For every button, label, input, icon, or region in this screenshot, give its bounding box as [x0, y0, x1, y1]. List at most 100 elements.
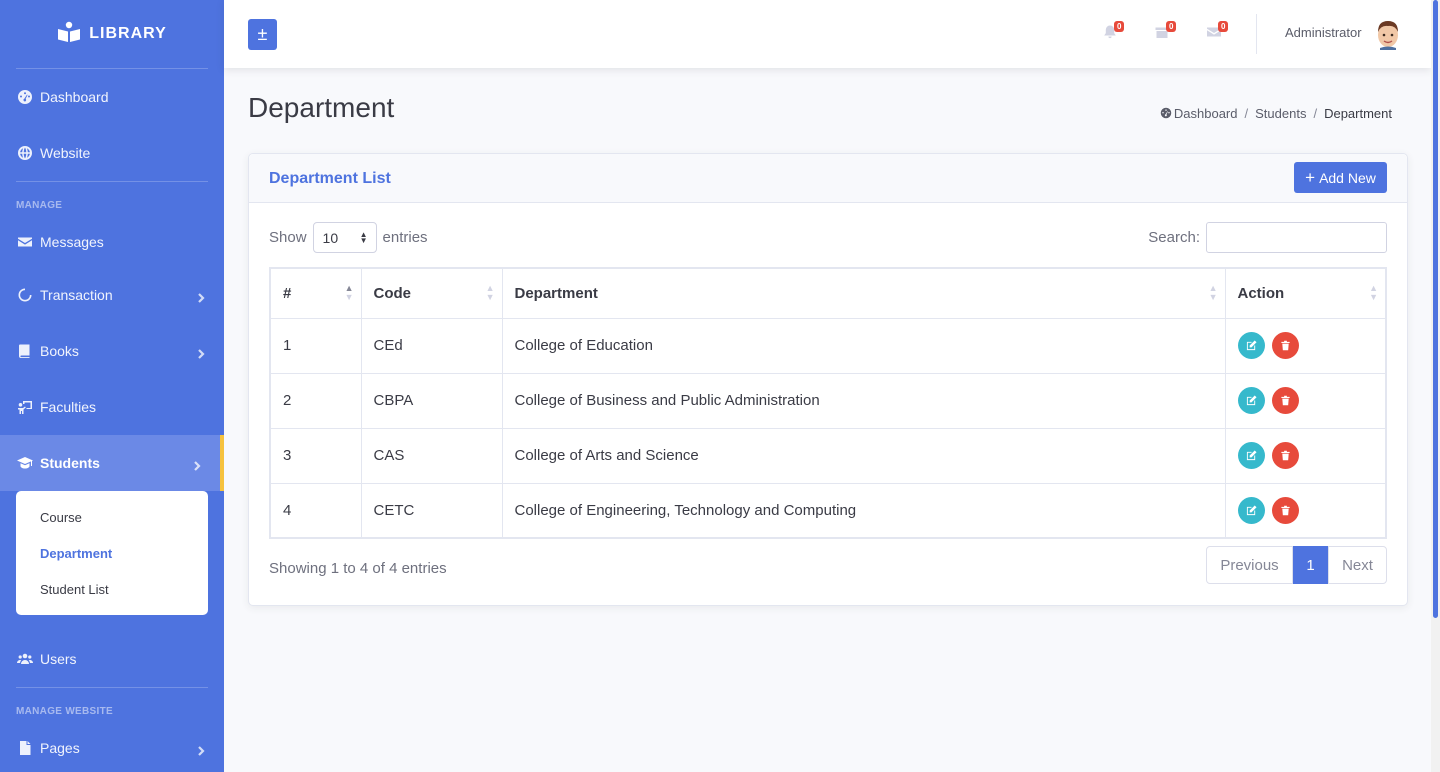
- sidebar-item-website[interactable]: Website: [0, 125, 224, 181]
- sidebar-item-label: Pages: [40, 740, 80, 756]
- archive-badge: 0: [1166, 21, 1177, 32]
- trash-icon: [1281, 450, 1290, 461]
- column-header-action[interactable]: Action ▲ ▼: [1224, 267, 1387, 319]
- sidebar-item-messages[interactable]: Messages: [0, 217, 224, 267]
- add-new-label: Add New: [1319, 169, 1376, 186]
- edit-button[interactable]: [1237, 496, 1265, 524]
- breadcrumb-students[interactable]: Students: [1255, 106, 1306, 121]
- breadcrumb-separator: /: [1313, 106, 1318, 121]
- cell-actions: [1224, 372, 1387, 429]
- pagination: Previous 1 Next: [1206, 546, 1387, 584]
- circle-notch-icon: [16, 286, 34, 304]
- edit-button[interactable]: [1237, 332, 1265, 359]
- user-name[interactable]: Administrator: [1285, 25, 1362, 40]
- trash-icon: [1281, 505, 1290, 516]
- previous-page-button[interactable]: Previous: [1206, 546, 1293, 584]
- breadcrumb-dashboard[interactable]: Dashboard: [1160, 106, 1238, 121]
- card-title: Department List: [269, 170, 391, 187]
- cell-department: College of Business and Public Administr…: [501, 372, 1226, 429]
- add-new-button[interactable]: + Add New: [1294, 162, 1387, 193]
- delete-button[interactable]: [1271, 496, 1299, 524]
- sidebar-item-transaction[interactable]: Transaction: [0, 267, 224, 323]
- cell-department: College of Education: [501, 317, 1226, 374]
- column-header-label: #: [283, 284, 292, 302]
- plus-icon: +: [1305, 167, 1316, 187]
- sidebar-item-label: Books: [40, 343, 79, 359]
- breadcrumb-label: Dashboard: [1173, 106, 1238, 121]
- delete-button[interactable]: [1271, 387, 1299, 414]
- dashboard-icon: [16, 88, 34, 106]
- table-row: 2 CBPA College of Business and Public Ad…: [269, 372, 1387, 429]
- delete-button[interactable]: [1271, 442, 1299, 469]
- cell-code: CAS: [360, 427, 503, 484]
- dashboard-icon: [1160, 106, 1174, 121]
- notifications-button[interactable]: 0: [1102, 21, 1125, 44]
- entries-select[interactable]: 10 ▲ ▼: [312, 222, 377, 253]
- students-submenu: Course Department Student List: [16, 491, 208, 615]
- sidebar-toggle-button[interactable]: ±: [248, 19, 277, 50]
- avatar[interactable]: [1373, 18, 1403, 50]
- sidebar-item-dashboard[interactable]: Dashboard: [0, 69, 224, 125]
- breadcrumb: Dashboard / Students / Department: [1160, 106, 1392, 121]
- cell-code: CEd: [360, 317, 503, 374]
- page-1-button[interactable]: 1: [1293, 546, 1328, 584]
- sidebar: LIBRARY Dashboard Website MANAGE Message…: [0, 0, 224, 772]
- submenu-item-department[interactable]: Department: [16, 535, 208, 571]
- column-header-code[interactable]: Code ▲ ▼: [360, 267, 503, 319]
- search-input[interactable]: [1206, 222, 1387, 253]
- delete-button[interactable]: [1271, 332, 1299, 359]
- breadcrumb-department: Department: [1324, 106, 1392, 121]
- sidebar-item-users[interactable]: Users: [0, 631, 224, 687]
- sidebar-item-students[interactable]: Students: [0, 435, 224, 491]
- sidebar-item-label: Transaction: [40, 287, 113, 303]
- sidebar-item-faculties[interactable]: Faculties: [0, 379, 224, 435]
- entries-length-control: Show 10 ▲ ▼ entries: [269, 222, 428, 253]
- edit-button[interactable]: [1237, 442, 1265, 469]
- chevron-right-icon: [196, 743, 206, 756]
- scrollbar-thumb[interactable]: [1433, 0, 1438, 618]
- notifications-badge: 0: [1114, 21, 1125, 32]
- sidebar-heading-manage-website: MANAGE WEBSITE: [16, 706, 113, 717]
- sidebar-item-label: Dashboard: [40, 89, 109, 105]
- file-icon: [16, 739, 34, 757]
- select-arrows-icon: ▲ ▼: [359, 230, 368, 245]
- page-title: Department: [248, 92, 395, 123]
- sidebar-item-pages[interactable]: Pages: [0, 723, 224, 772]
- submenu-item-course[interactable]: Course: [16, 499, 208, 535]
- sidebar-item-books[interactable]: Books: [0, 323, 224, 379]
- sort-ascending-icon: ▲ ▼: [344, 283, 354, 302]
- brand-title: LIBRARY: [89, 25, 167, 42]
- sidebar-item-label: Messages: [40, 234, 104, 250]
- brand[interactable]: LIBRARY: [0, 0, 224, 68]
- sidebar-heading-manage: MANAGE: [16, 200, 63, 211]
- entries-select-value: 10: [322, 229, 339, 246]
- chevron-right-icon: [196, 290, 206, 303]
- globe-icon: [16, 144, 34, 162]
- cell-department: College of Arts and Science: [501, 427, 1226, 484]
- chalkboard-teacher-icon: [16, 398, 34, 416]
- edit-button[interactable]: [1237, 387, 1265, 414]
- sidebar-item-label: Faculties: [40, 399, 97, 415]
- cell-number: 2: [269, 372, 362, 429]
- column-header-department[interactable]: Department ▲ ▼: [501, 267, 1226, 319]
- edit-icon: [1246, 450, 1257, 461]
- archive-button[interactable]: 0: [1154, 21, 1177, 44]
- show-label: Show: [269, 229, 307, 246]
- column-header-number[interactable]: # ▲ ▼: [269, 267, 362, 319]
- messages-button[interactable]: 0: [1206, 21, 1229, 44]
- table-row: 3 CAS College of Arts and Science: [269, 427, 1387, 484]
- department-table: # ▲ ▼ Code ▲ ▼ Department ▲ ▼ Action ▲ ▼ 1 CEd C…: [269, 267, 1387, 539]
- edit-icon: [1246, 340, 1257, 351]
- cell-code: CBPA: [360, 372, 503, 429]
- cell-department: College of Engineering, Technology and C…: [501, 482, 1226, 539]
- envelope-icon: [16, 233, 34, 251]
- edit-icon: [1246, 505, 1257, 515]
- submenu-item-student-list[interactable]: Student List: [16, 571, 208, 607]
- chevron-right-icon: [196, 346, 206, 359]
- next-page-button[interactable]: Next: [1328, 546, 1387, 584]
- chevron-right-icon: [192, 458, 202, 471]
- page-scrollbar[interactable]: [1431, 0, 1440, 772]
- cell-code: CETC: [360, 482, 503, 539]
- table-row: 1 CEd College of Education: [269, 317, 1387, 374]
- sort-icon: ▲ ▼: [1369, 283, 1378, 302]
